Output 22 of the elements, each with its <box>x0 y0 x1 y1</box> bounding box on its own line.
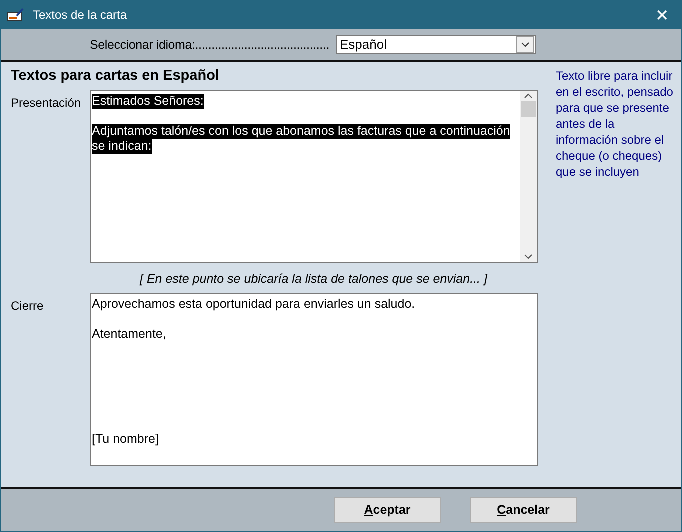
dialog-button[interactable]: Cancelar <box>470 497 577 523</box>
text-area[interactable]: Aprovechamos esta oportunidad para enviarles un saludo. Atentamente, [Tu nombre] <box>90 293 538 466</box>
field-label: Presentación <box>11 95 82 112</box>
signature-line: [Tu nombre] <box>92 432 159 447</box>
language-dropdown[interactable]: Español <box>336 35 536 54</box>
letter-icon <box>7 8 25 22</box>
dialog-button[interactable]: Aceptar <box>334 497 441 523</box>
language-label: Seleccionar idioma:......................................... <box>90 38 330 52</box>
close-button[interactable]: ✕ <box>650 6 675 24</box>
field-label: Cierre <box>11 298 45 315</box>
help-text: Texto libre para incluir en el escrito, pensado para que se presente antes de la información sobre el cheque (o cheques) que se incluyen <box>555 68 674 181</box>
chevron-down-icon <box>520 42 530 48</box>
text-area[interactable]: Estimados Señores: Adjuntamos talón/es con los que abonamos las facturas que a continuación se indican: <box>90 90 538 263</box>
list-placeholder-note: [ En este punto se ubicaría la lista de talones que se envian... ] <box>138 271 489 288</box>
text-line: Aprovechamos esta oportunidad para enviarles un saludo. <box>92 297 416 312</box>
scrollbar[interactable] <box>520 91 537 262</box>
scrollbar-thumb[interactable] <box>521 101 536 117</box>
text-line: Atentamente, <box>92 327 166 342</box>
scroll-down-icon[interactable] <box>524 254 533 260</box>
scroll-up-icon[interactable] <box>524 93 533 99</box>
window-title: Textos de la carta <box>33 8 128 22</box>
section-heading: Textos para cartas en Español <box>11 68 220 86</box>
